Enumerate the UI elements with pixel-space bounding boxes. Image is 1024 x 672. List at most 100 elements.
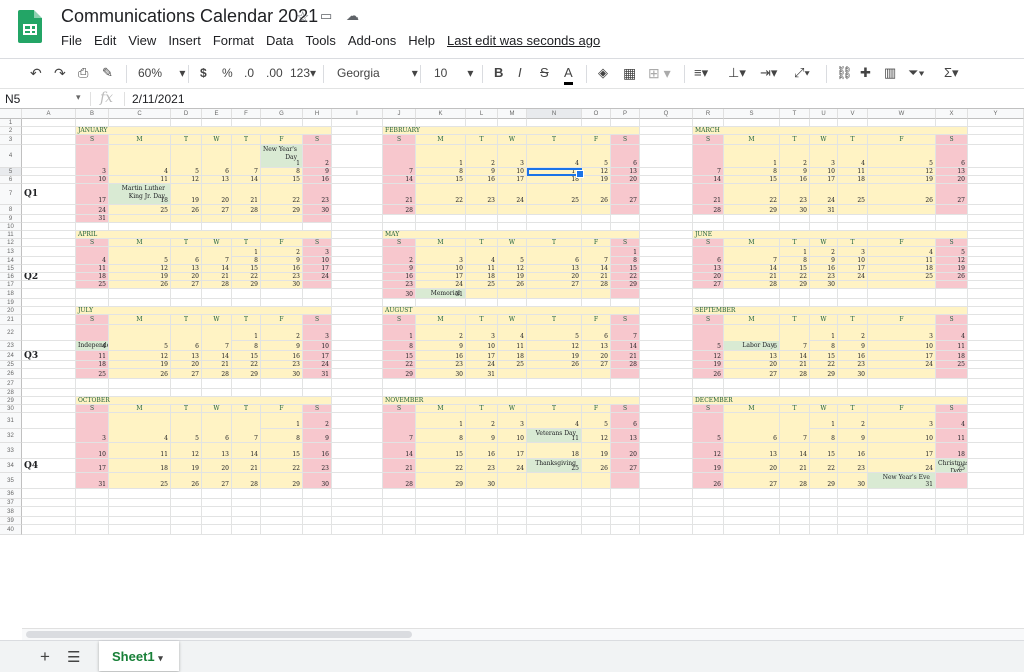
- day-cell[interactable]: 29: [383, 369, 416, 379]
- day-cell[interactable]: 18: [466, 273, 498, 281]
- day-cell[interactable]: 17: [466, 351, 498, 361]
- day-cell[interactable]: 13: [171, 265, 202, 273]
- row-header[interactable]: 37: [0, 499, 22, 507]
- grid-cell[interactable]: [968, 517, 1024, 525]
- day-cell[interactable]: 16: [780, 176, 810, 184]
- day-cell[interactable]: 28: [232, 205, 261, 215]
- grid-cell[interactable]: [968, 289, 1024, 299]
- day-cell[interactable]: 6: [171, 341, 202, 351]
- day-cell[interactable]: 21: [202, 273, 232, 281]
- day-cell[interactable]: 28: [611, 361, 640, 369]
- day-cell[interactable]: 13: [693, 265, 724, 273]
- grid-cell[interactable]: [498, 489, 527, 499]
- grid-cell[interactable]: [968, 119, 1024, 127]
- day-cell[interactable]: 4: [838, 145, 868, 168]
- day-cell[interactable]: 17: [810, 176, 838, 184]
- grid-cell[interactable]: [332, 247, 383, 257]
- day-cell[interactable]: 7: [724, 257, 780, 265]
- day-cell[interactable]: 5: [582, 145, 611, 168]
- grid-cell[interactable]: [611, 379, 640, 389]
- row-header[interactable]: 33: [0, 443, 22, 459]
- day-cell[interactable]: 7: [383, 168, 416, 176]
- grid-cell[interactable]: [171, 525, 202, 535]
- grid-cell[interactable]: [109, 299, 171, 307]
- day-cell[interactable]: 13: [611, 429, 640, 443]
- day-cell[interactable]: 24: [76, 205, 109, 215]
- grid-cell[interactable]: [810, 119, 838, 127]
- grid-cell[interactable]: [640, 247, 693, 257]
- day-cell[interactable]: 19: [693, 459, 724, 473]
- menu-format[interactable]: Format: [213, 33, 254, 48]
- grid-cell[interactable]: [332, 473, 383, 489]
- grid-cell[interactable]: [76, 517, 109, 525]
- grid-cell[interactable]: [416, 379, 466, 389]
- day-cell[interactable]: New Year's Day 1: [261, 145, 303, 168]
- grid-cell[interactable]: [640, 397, 693, 405]
- grid-cell[interactable]: [640, 499, 693, 507]
- grid-cell[interactable]: [780, 507, 810, 517]
- grid-cell[interactable]: [498, 223, 527, 231]
- column-header[interactable]: A: [22, 109, 76, 119]
- day-cell[interactable]: 29: [724, 205, 780, 215]
- grid-cell[interactable]: [640, 361, 693, 369]
- day-cell[interactable]: 17: [303, 351, 332, 361]
- day-cell[interactable]: 23: [780, 184, 810, 205]
- grid-cell[interactable]: [171, 389, 202, 397]
- day-cell[interactable]: 2: [261, 247, 303, 257]
- day-cell[interactable]: 16: [838, 443, 868, 459]
- day-cell[interactable]: 22: [810, 361, 838, 369]
- day-cell[interactable]: 23: [466, 184, 498, 205]
- day-cell[interactable]: 7: [582, 257, 611, 265]
- grid-cell[interactable]: [527, 525, 582, 535]
- grid-cell[interactable]: [22, 307, 76, 315]
- grid-cell[interactable]: [261, 517, 303, 525]
- grid-cell[interactable]: [968, 127, 1024, 135]
- grid-cell[interactable]: [109, 525, 171, 535]
- grid-cell[interactable]: [968, 315, 1024, 325]
- day-cell[interactable]: 2: [810, 247, 838, 257]
- day-cell[interactable]: 9: [810, 257, 838, 265]
- day-cell[interactable]: 28: [780, 369, 810, 379]
- day-cell[interactable]: 24: [838, 273, 868, 281]
- day-cell[interactable]: 22: [416, 184, 466, 205]
- grid-cell[interactable]: [22, 299, 76, 307]
- day-cell[interactable]: 3: [868, 413, 936, 429]
- currency-format-button[interactable]: $: [200, 64, 207, 82]
- day-cell[interactable]: 19: [582, 176, 611, 184]
- day-cell[interactable]: 4: [936, 413, 968, 429]
- day-cell[interactable]: 19: [693, 361, 724, 369]
- day-cell[interactable]: 22: [383, 361, 416, 369]
- day-cell[interactable]: 13: [202, 176, 232, 184]
- day-cell[interactable]: 29: [416, 473, 466, 489]
- grid-cell[interactable]: [936, 119, 968, 127]
- day-cell[interactable]: 18: [527, 443, 582, 459]
- grid-cell[interactable]: [838, 119, 868, 127]
- grid-cell[interactable]: [968, 341, 1024, 351]
- day-cell[interactable]: 9: [416, 341, 466, 351]
- grid-cell[interactable]: [466, 507, 498, 517]
- day-cell[interactable]: 22: [261, 184, 303, 205]
- grid-cell[interactable]: [332, 413, 383, 429]
- grid-cell[interactable]: [868, 489, 936, 499]
- row-header[interactable]: 24: [0, 351, 22, 361]
- column-header[interactable]: W: [868, 109, 936, 119]
- day-cell[interactable]: 31: [303, 369, 332, 379]
- day-cell[interactable]: 4: [109, 168, 171, 176]
- day-cell[interactable]: 1: [416, 413, 466, 429]
- grid-cell[interactable]: [22, 257, 76, 265]
- grid-cell[interactable]: [22, 205, 76, 215]
- day-cell[interactable]: 13: [611, 168, 640, 176]
- grid-cell[interactable]: [261, 525, 303, 535]
- day-cell[interactable]: 20: [202, 184, 232, 205]
- day-cell[interactable]: 18: [76, 361, 109, 369]
- grid-cell[interactable]: [466, 525, 498, 535]
- day-cell[interactable]: 2: [466, 145, 498, 168]
- grid-cell[interactable]: [303, 517, 332, 525]
- name-box-dropdown-icon[interactable]: ▾: [76, 92, 81, 103]
- day-cell[interactable]: 6: [202, 429, 232, 443]
- day-cell[interactable]: 9: [780, 168, 810, 176]
- grid-cell[interactable]: [968, 223, 1024, 231]
- day-cell[interactable]: 27: [171, 369, 202, 379]
- grid-cell[interactable]: [968, 307, 1024, 315]
- row-header[interactable]: 36: [0, 489, 22, 499]
